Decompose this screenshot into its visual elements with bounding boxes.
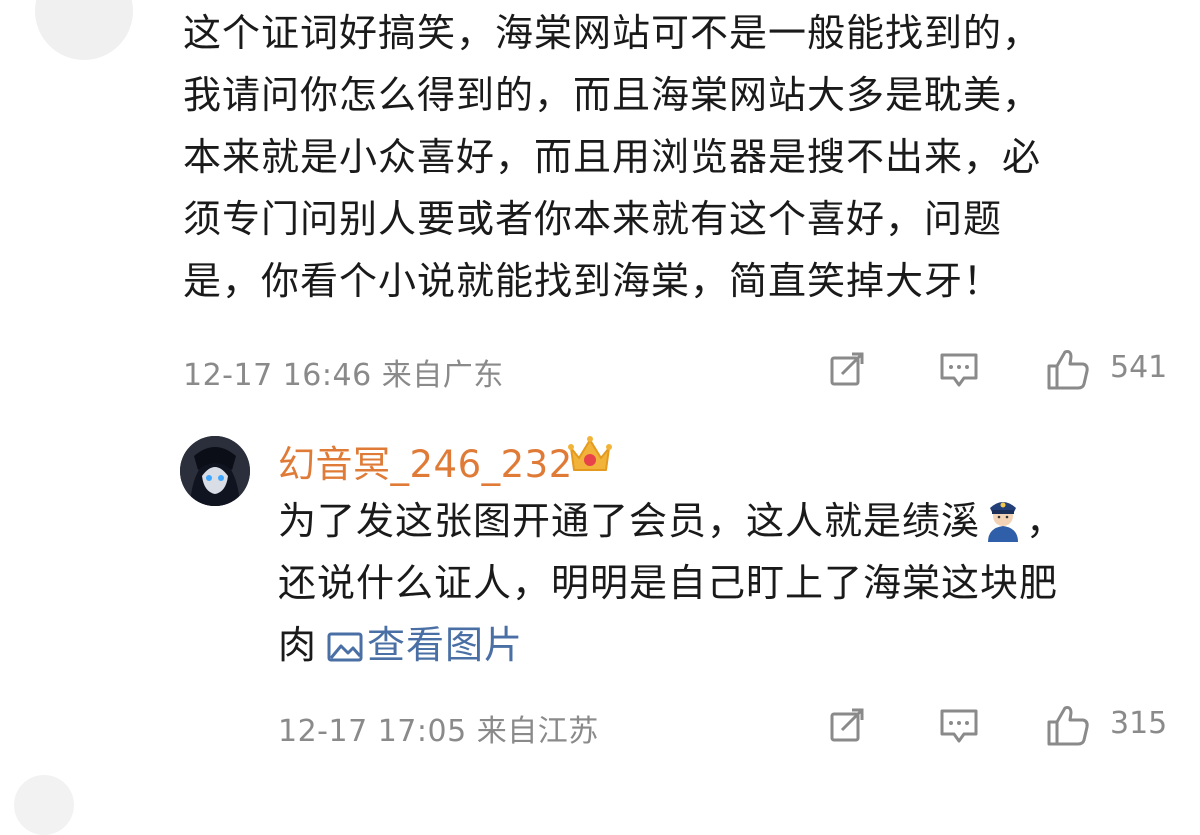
reply-text-segment: 为了发这张图开通了会员，这人就是绩溪 bbox=[278, 499, 981, 543]
comment-meta: 12-17 16:46 来自广东 bbox=[183, 358, 504, 393]
police-emoji-icon bbox=[988, 502, 1019, 542]
reply-text-segment: ， bbox=[1026, 499, 1066, 543]
commenter-avatar[interactable] bbox=[35, 0, 133, 60]
next-comment-avatar[interactable] bbox=[14, 775, 74, 835]
view-image-link[interactable]: 查看图片 bbox=[317, 623, 523, 667]
reply-line: 还说什么证人，明明是自己盯上了海棠这块肥 bbox=[278, 561, 1059, 605]
image-icon bbox=[327, 632, 363, 662]
like-count: 315 bbox=[1110, 706, 1168, 741]
reply-line: 肉 查看图片 bbox=[278, 614, 1178, 676]
like-icon[interactable] bbox=[1045, 702, 1091, 748]
reply-line: 为了发这张图开通了会员，这人就是绩溪 ， bbox=[278, 490, 1178, 552]
reply-body: 为了发这张图开通了会员，这人就是绩溪 ， 还说什么证人，明明是自己盯上了海棠这块… bbox=[278, 490, 1178, 676]
comment-body: 这个证词好搞笑，海棠网站可不是一般能找到的， 我请问你怎么得到的，而且海棠网站大… bbox=[183, 2, 1168, 312]
comment-line: 须专门问别人要或者你本来就有这个喜好，问题 bbox=[183, 197, 1003, 241]
like-icon[interactable] bbox=[1045, 346, 1091, 392]
comment-line: 本来就是小众喜好，而且用浏览器是搜不出来，必 bbox=[183, 135, 1042, 179]
reply-avatar[interactable] bbox=[180, 436, 250, 506]
reply-text-segment: 肉 bbox=[278, 623, 318, 667]
share-icon[interactable] bbox=[828, 706, 868, 746]
vip-crown-icon bbox=[568, 436, 612, 471]
comment-line: 我请问你怎么得到的，而且海棠网站大多是耽美， bbox=[183, 73, 1042, 117]
reply-username[interactable]: 幻音冥_246_232 bbox=[278, 434, 573, 488]
comment-icon[interactable] bbox=[938, 706, 980, 746]
comment-line: 这个证词好搞笑，海棠网站可不是一般能找到的， bbox=[183, 11, 1042, 55]
comment-icon[interactable] bbox=[938, 350, 980, 390]
like-count: 541 bbox=[1110, 350, 1168, 385]
view-image-label[interactable]: 查看图片 bbox=[367, 623, 523, 667]
reply-meta: 12-17 17:05 来自江苏 bbox=[278, 714, 599, 749]
share-icon[interactable] bbox=[828, 350, 868, 390]
comment-line: 是，你看个小说就能找到海棠，简直笑掉大牙！ bbox=[183, 259, 1003, 303]
